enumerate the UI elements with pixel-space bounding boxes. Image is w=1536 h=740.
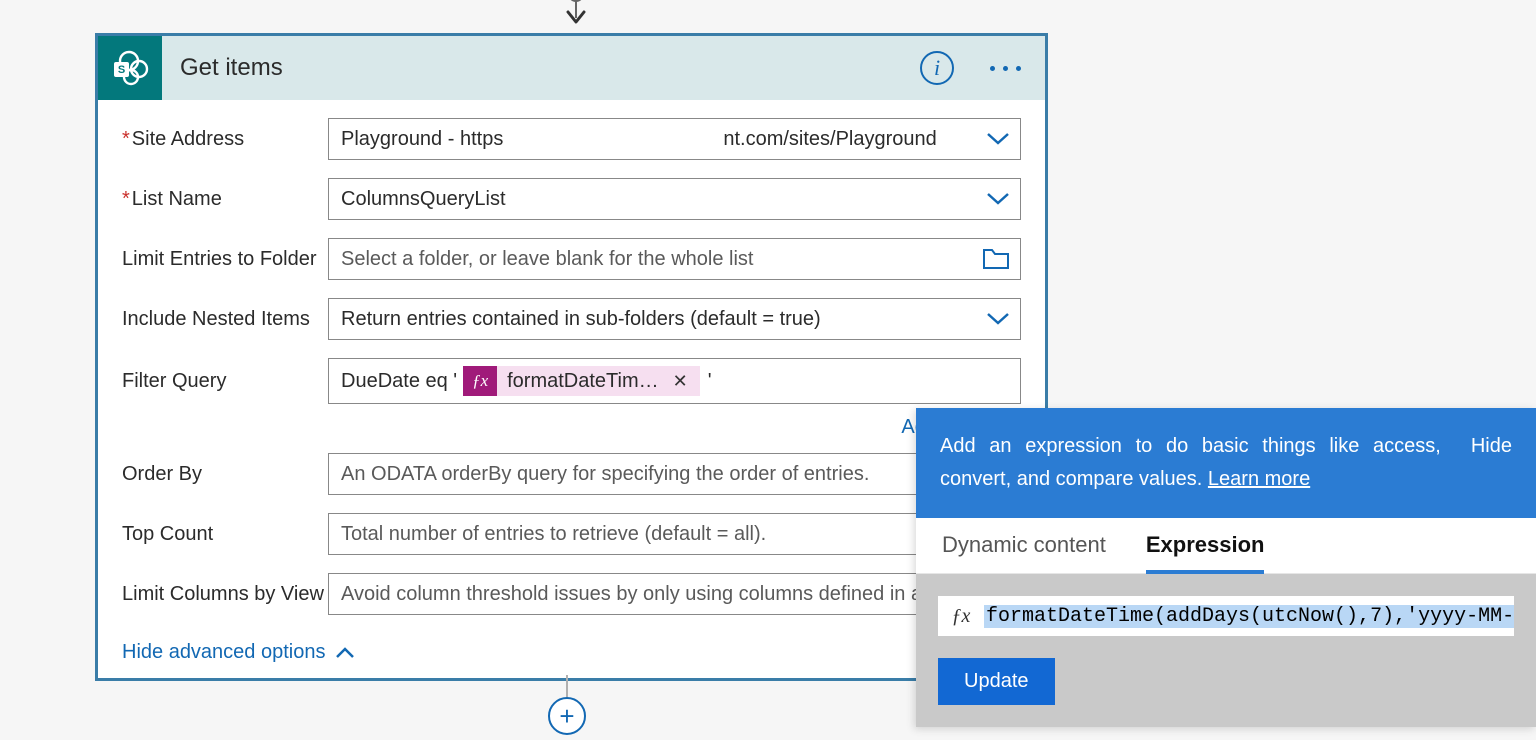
chevron-up-icon — [335, 647, 355, 659]
more-menu-button[interactable] — [984, 60, 1027, 77]
hide-flyout-link[interactable]: Hide — [1471, 430, 1512, 463]
hide-advanced-label: Hide advanced options — [122, 641, 325, 664]
list-name-value: ColumnsQueryList — [341, 188, 506, 211]
top-count-placeholder: Total number of entries to retrieve (def… — [341, 523, 766, 546]
flow-arrow-down — [563, 0, 589, 30]
row-limit-columns: Limit Columns by View Avoid column thres… — [122, 573, 1021, 615]
flyout-header: Add an expression to do basic things lik… — [916, 408, 1536, 518]
chevron-down-icon — [986, 132, 1010, 146]
update-row: Update — [916, 658, 1536, 727]
svg-text:S: S — [118, 64, 125, 76]
label-limit-folder: Limit Entries to Folder — [122, 248, 328, 271]
limit-folder-input[interactable]: Select a folder, or leave blank for the … — [328, 238, 1021, 280]
expression-text: formatDateTime(addDays(utcNow(),7),'yyyy… — [984, 605, 1514, 628]
remove-token-button[interactable]: ✕ — [669, 371, 692, 392]
order-by-placeholder: An ODATA orderBy query for specifying th… — [341, 463, 869, 486]
folder-icon[interactable] — [982, 248, 1010, 270]
card-body: *Site Address Playground - https nt.com/… — [98, 100, 1045, 678]
label-limit-columns: Limit Columns by View — [122, 583, 328, 606]
expression-token[interactable]: ƒx formatDateTim… ✕ — [463, 366, 700, 396]
flyout-tabs: Dynamic content Expression — [916, 518, 1536, 574]
list-name-select[interactable]: ColumnsQueryList — [328, 178, 1021, 220]
limit-columns-placeholder: Avoid column threshold issues by only us… — [341, 583, 953, 606]
expression-editor-area: ƒx formatDateTime(addDays(utcNow(),7),'y… — [916, 574, 1536, 658]
row-site-address: *Site Address Playground - https nt.com/… — [122, 118, 1021, 160]
row-order-by: Order By An ODATA orderBy query for spec… — [122, 453, 1021, 495]
info-icon[interactable]: i — [920, 51, 954, 85]
row-list-name: *List Name ColumnsQueryList — [122, 178, 1021, 220]
site-address-value-right: nt.com/sites/Playground — [723, 128, 936, 151]
label-top-count: Top Count — [122, 523, 328, 546]
advanced-options-row: Hide advanced options — [122, 633, 1021, 668]
fx-icon: ƒx — [463, 366, 497, 396]
get-items-card: S Get items i *Site Address Playground -… — [95, 33, 1048, 681]
learn-more-link[interactable]: Learn more — [1208, 468, 1310, 490]
include-nested-value: Return entries contained in sub-folders … — [341, 308, 821, 331]
card-title: Get items — [180, 54, 920, 82]
fx-icon: ƒx — [938, 605, 984, 628]
tab-expression[interactable]: Expression — [1146, 532, 1265, 574]
chevron-down-icon — [986, 192, 1010, 206]
row-limit-folder: Limit Entries to Folder Select a folder,… — [122, 238, 1021, 280]
hide-advanced-options-link[interactable]: Hide advanced options — [122, 641, 355, 664]
label-filter-query: Filter Query — [122, 370, 328, 393]
plus-icon: + — [559, 701, 574, 732]
site-address-value-left: Playground - https — [341, 128, 503, 151]
expression-flyout: Add an expression to do basic things lik… — [916, 408, 1536, 727]
limit-folder-placeholder: Select a folder, or leave blank for the … — [341, 248, 753, 271]
expression-input[interactable]: ƒx formatDateTime(addDays(utcNow(),7),'y… — [938, 596, 1514, 636]
tab-dynamic-content[interactable]: Dynamic content — [942, 532, 1106, 573]
update-button[interactable]: Update — [938, 658, 1055, 705]
label-order-by: Order By — [122, 463, 328, 486]
add-step-button[interactable]: + — [548, 697, 586, 735]
include-nested-select[interactable]: Return entries contained in sub-folders … — [328, 298, 1021, 340]
flyout-message: Add an expression to do basic things lik… — [940, 430, 1441, 496]
filter-query-input[interactable]: DueDate eq ' ƒx formatDateTim… ✕ ' — [328, 358, 1021, 404]
sharepoint-icon: S — [98, 36, 162, 100]
row-top-count: Top Count Total number of entries to ret… — [122, 513, 1021, 555]
chevron-down-icon — [986, 312, 1010, 326]
label-include-nested: Include Nested Items — [122, 308, 328, 331]
filter-query-text-after: ' — [708, 370, 712, 393]
site-address-select[interactable]: Playground - https nt.com/sites/Playgrou… — [328, 118, 1021, 160]
label-list-name: *List Name — [122, 188, 328, 211]
row-filter-query: Filter Query DueDate eq ' ƒx formatDateT… — [122, 358, 1021, 404]
label-site-address: *Site Address — [122, 128, 328, 151]
expression-token-label: formatDateTim… — [507, 370, 659, 393]
card-header: S Get items i — [98, 36, 1045, 100]
add-dynamic-row: Add dynamic — [122, 416, 1021, 439]
row-include-nested: Include Nested Items Return entries cont… — [122, 298, 1021, 340]
filter-query-text-before: DueDate eq ' — [341, 370, 457, 393]
